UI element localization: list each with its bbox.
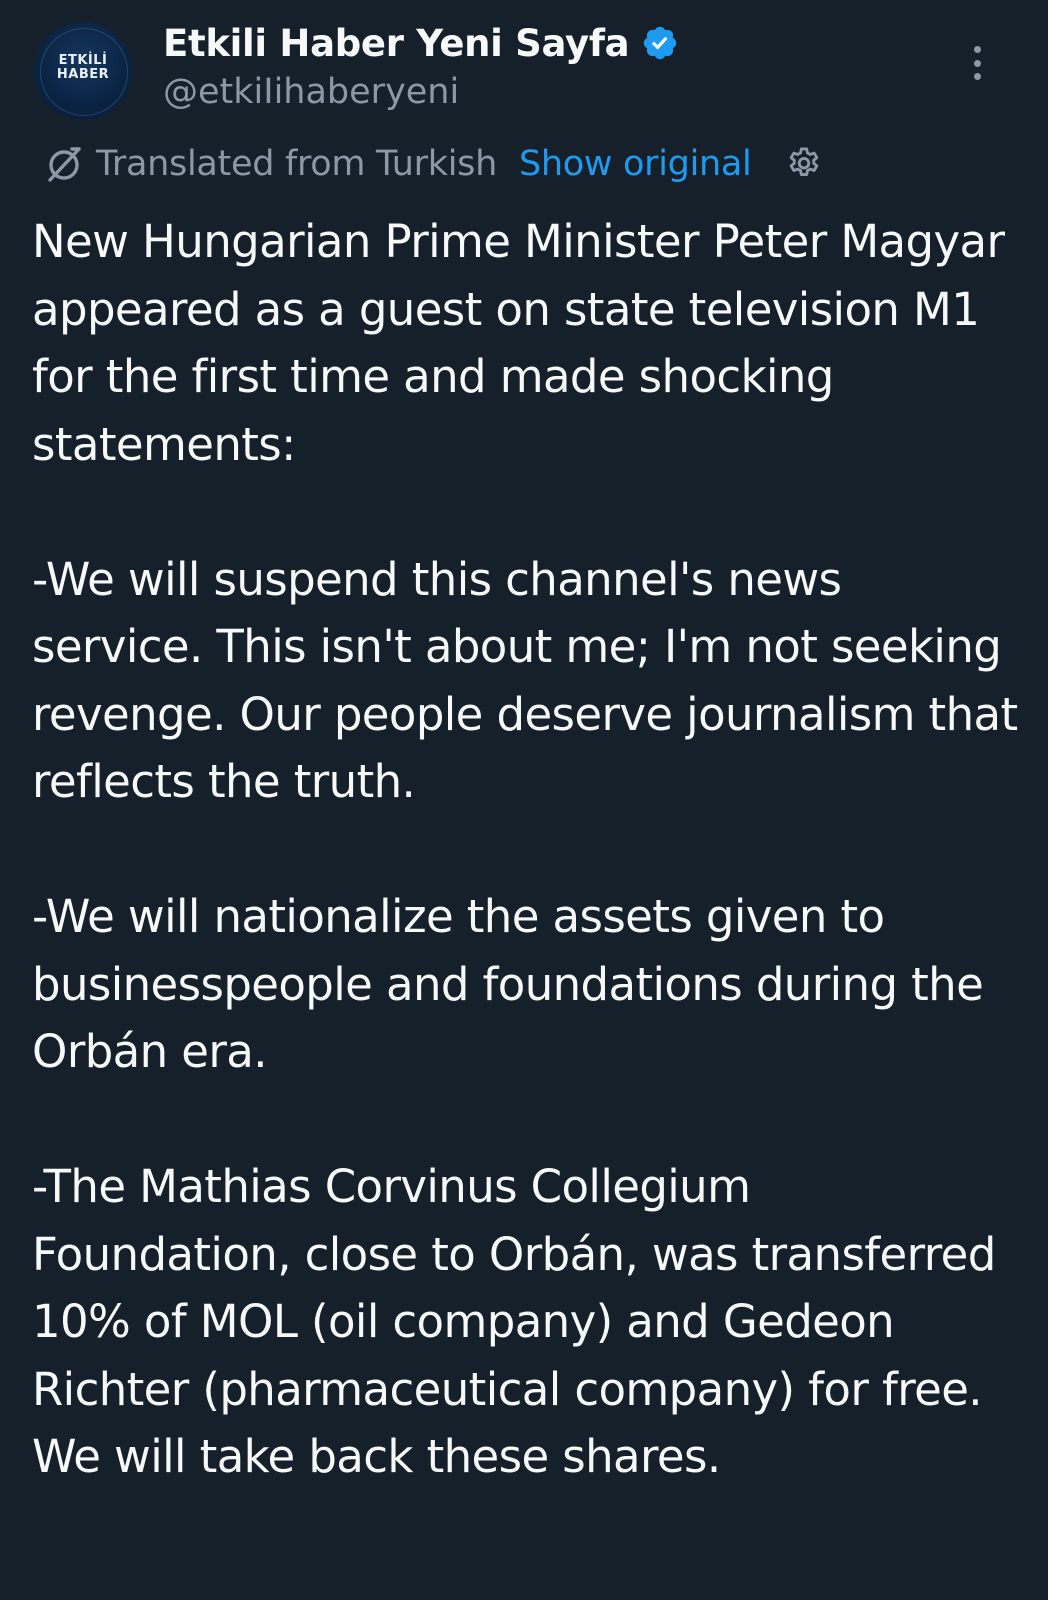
tweet: ETKİLİ HABER Etkili Haber Yeni Sayfa @et… — [0, 0, 1048, 1600]
translated-from-label: Translated from Turkish — [96, 144, 497, 184]
avatar-logo-line1: ETKİLİ — [58, 53, 108, 68]
tweet-paragraph: -We will suspend this channel's news ser… — [32, 552, 1032, 809]
translation-bar: Translated from Turkish Show original — [42, 140, 823, 188]
show-original-link[interactable]: Show original — [519, 144, 752, 184]
verified-badge-icon — [644, 26, 677, 60]
more-options-button[interactable] — [960, 40, 994, 86]
tweet-paragraph: -We will nationalize the assets given to… — [32, 890, 997, 1078]
author-handle[interactable]: @etkiIihaberyeni — [163, 72, 459, 112]
more-dot-icon — [973, 59, 981, 67]
author-name-row: Etkili Haber Yeni Sayfa — [163, 18, 679, 68]
gear-icon[interactable] — [785, 145, 823, 183]
translate-icon — [48, 147, 81, 182]
avatar[interactable]: ETKİLİ HABER — [34, 22, 132, 120]
more-dot-icon — [973, 46, 981, 53]
author-name[interactable]: Etkili Haber Yeni Sayfa — [163, 22, 630, 65]
avatar-logo-line2: HABER — [56, 67, 110, 82]
avatar-logo-text: ETKİLİ HABER — [34, 54, 132, 82]
tweet-text: New Hungarian Prime Minister Peter Magya… — [32, 208, 1022, 1491]
tweet-paragraph: -The Mathias Corvinus Collegium Foundati… — [32, 1160, 1010, 1483]
more-dot-icon — [973, 73, 981, 80]
tweet-paragraph: New Hungarian Prime Minister Peter Magya… — [32, 215, 1019, 471]
